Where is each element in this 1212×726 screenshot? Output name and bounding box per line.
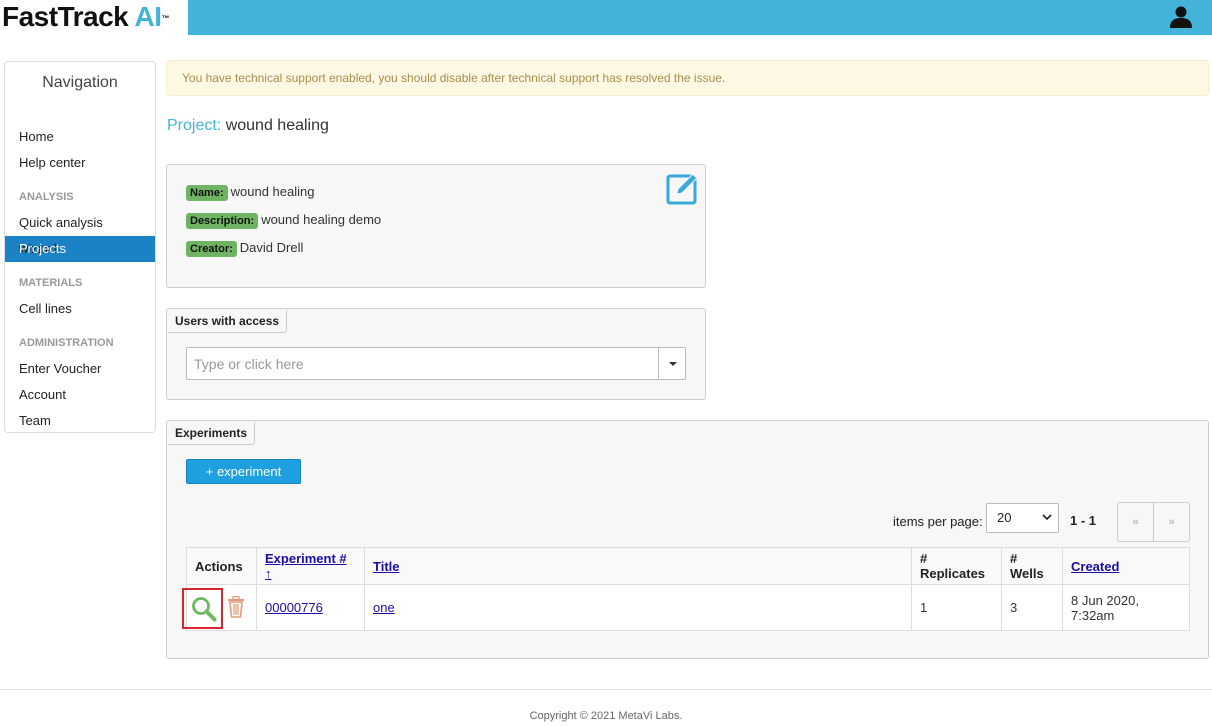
sidebar-item-team[interactable]: Team xyxy=(5,408,155,434)
experiments-panel: Experiments + experiment items per page:… xyxy=(166,420,1209,659)
sidebar-section-administration: ADMINISTRATION xyxy=(19,337,114,349)
project-name: wound healing xyxy=(225,117,329,134)
user-icon[interactable] xyxy=(1168,6,1194,28)
sidebar-item-cell-lines[interactable]: Cell lines xyxy=(5,296,155,322)
sidebar-navigation: Navigation Home Help center ANALYSIS Qui… xyxy=(4,61,156,433)
row-title[interactable]: one xyxy=(364,584,912,631)
project-label: Project: xyxy=(167,117,222,134)
sidebar-item-quick-analysis-wizard[interactable]: Quick analysis wizard xyxy=(5,210,155,256)
col-actions: Actions xyxy=(186,547,257,585)
experiments-legend: Experiments xyxy=(168,422,256,445)
sidebar-item-account[interactable]: Account xyxy=(5,382,155,408)
page-title: Project: wound healing xyxy=(167,117,329,135)
trash-icon[interactable] xyxy=(227,596,245,618)
project-creator-row: Creator: David Drell xyxy=(186,240,303,257)
footer-copyright: Copyright © 2021 MetaVi Labs. xyxy=(529,710,683,722)
row-replicates: 1 xyxy=(911,584,1002,631)
name-tag: Name: xyxy=(186,185,228,201)
col-title[interactable]: Title xyxy=(364,547,912,585)
pagination-next-button[interactable]: » xyxy=(1153,503,1189,541)
footer-divider xyxy=(0,689,1212,690)
experiments-table: Actions Experiment # ↑ Title # Replicate… xyxy=(182,547,1190,631)
pagination-range: 1 - 1 xyxy=(1070,513,1097,528)
sidebar-item-help-center[interactable]: Help center xyxy=(5,150,155,176)
sort-title-link[interactable]: Title xyxy=(373,559,400,574)
pagination: « » xyxy=(1117,502,1190,542)
chevron-down-icon xyxy=(1042,514,1052,521)
row-wells: 3 xyxy=(1001,584,1063,631)
users-with-access-panel: Users with access xyxy=(166,308,706,400)
description-tag: Description: xyxy=(186,213,259,229)
description-value: wound healing demo xyxy=(261,212,382,227)
col-experiment[interactable]: Experiment # ↑ xyxy=(256,547,365,585)
sidebar-item-home[interactable]: Home xyxy=(5,124,155,150)
view-button[interactable] xyxy=(182,588,223,629)
creator-value: David Drell xyxy=(239,240,304,255)
row-actions xyxy=(182,584,257,631)
magnifier-icon[interactable] xyxy=(191,596,217,622)
row-experiment[interactable]: 00000776 xyxy=(256,584,365,631)
pagination-prev-button[interactable]: « xyxy=(1118,503,1153,541)
items-per-page-label: items per page: xyxy=(893,514,983,529)
col-created[interactable]: Created xyxy=(1062,547,1190,585)
tech-support-alert: You have technical support enabled, you … xyxy=(166,60,1209,96)
chevron-down-icon[interactable] xyxy=(658,348,685,379)
sort-experiment-link[interactable]: Experiment # ↑ xyxy=(265,551,347,581)
row-created: 8 Jun 2020, 7:32am xyxy=(1062,584,1190,631)
sidebar-title: Navigation xyxy=(42,74,118,91)
title-link[interactable]: one xyxy=(373,600,395,615)
project-name-row: Name: wound healing xyxy=(186,184,314,201)
users-legend: Users with access xyxy=(168,310,288,333)
sort-created-link[interactable]: Created xyxy=(1071,559,1119,574)
items-per-page-value: 20 xyxy=(997,510,1012,525)
creator-tag: Creator: xyxy=(186,241,237,257)
sidebar-section-materials: MATERIALS xyxy=(19,277,83,289)
experiment-link[interactable]: 00000776 xyxy=(265,600,323,615)
items-per-page-select[interactable]: 20 xyxy=(986,503,1059,533)
table-row: 00000776 one 1 3 8 Jun 2020, 7:32am xyxy=(182,584,1190,631)
sidebar-section-analysis: ANALYSIS xyxy=(19,191,74,203)
logo-text: FastTrack AI™ xyxy=(2,1,169,32)
project-info-panel: Name: wound healing Description: wound hea… xyxy=(166,164,706,288)
sidebar-item-enter-voucher[interactable]: Enter Voucher xyxy=(5,356,155,382)
add-experiment-button[interactable]: + experiment xyxy=(186,459,301,484)
col-wells: # Wells xyxy=(1001,547,1063,585)
table-header-row: Actions Experiment # ↑ Title # Replicate… xyxy=(186,547,1190,585)
sidebar-item-projects[interactable]: Projects xyxy=(5,236,155,262)
edit-icon[interactable] xyxy=(666,171,700,205)
name-value: wound healing xyxy=(230,184,315,199)
top-bar: FastTrack AI™ xyxy=(0,0,1212,35)
logo[interactable]: FastTrack AI™ xyxy=(0,0,188,35)
col-replicates: # Replicates xyxy=(911,547,1002,585)
project-description-row: Description: wound healing demo xyxy=(186,212,381,229)
users-select[interactable] xyxy=(186,347,686,380)
users-search-input[interactable] xyxy=(188,349,624,378)
